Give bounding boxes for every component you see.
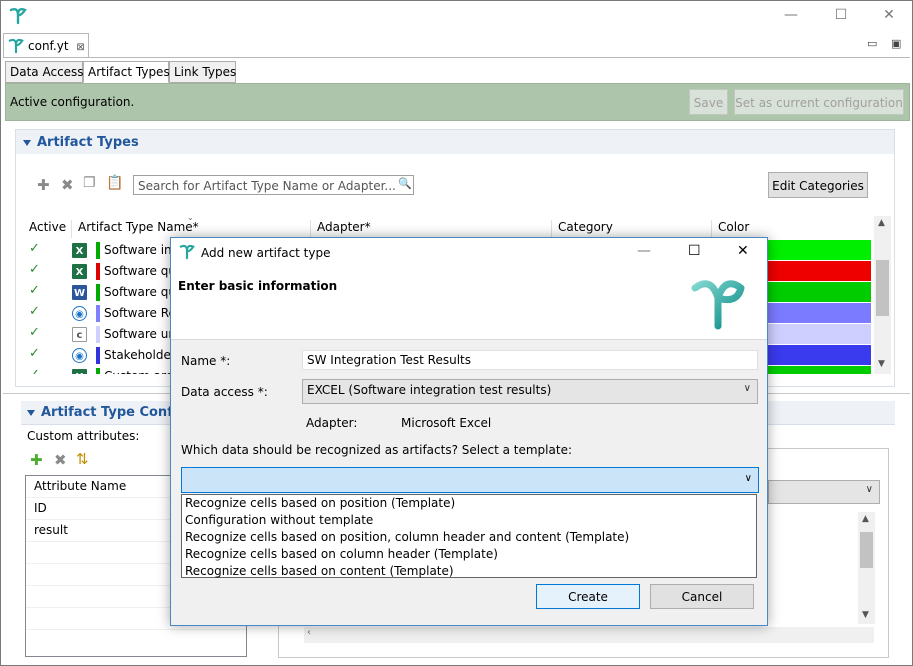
artifact-type-name: Stakeholder <box>104 348 176 362</box>
active-check-icon[interactable]: ✓ <box>29 262 40 277</box>
artifact-type-name: Software Re <box>104 306 176 320</box>
dialog-titlebar: Add new artifact type — ☐ ✕ <box>171 238 767 268</box>
source-icon: c <box>72 327 87 342</box>
template-combo[interactable]: ∨ <box>181 467 759 493</box>
dialog-header: Enter basic information <box>178 279 338 293</box>
delete-attribute-icon[interactable]: ✖ <box>54 451 67 469</box>
active-check-icon[interactable]: ✓ <box>29 325 40 340</box>
table-scrollbar[interactable]: ▲ ▼ <box>874 216 891 374</box>
artifact-type-name: Software int <box>104 243 177 257</box>
dialog-app-icon <box>179 244 195 263</box>
category-color-bar <box>96 305 100 322</box>
dialog-minimize-button[interactable]: — <box>637 243 651 259</box>
template-option[interactable]: Recognize cells based on column header (… <box>182 546 756 563</box>
dialog-maximize-button[interactable]: ☐ <box>688 243 701 259</box>
detail-hscrollbar[interactable]: ‹ <box>304 627 874 643</box>
data-access-combo[interactable]: EXCEL (Software integration test results… <box>302 379 758 404</box>
name-label: Name *: <box>181 354 231 368</box>
data-access-value: EXCEL (Software integration test results… <box>307 383 552 397</box>
create-button[interactable]: Create <box>536 584 640 609</box>
chevron-down-icon: ∨ <box>743 383 751 394</box>
adapter-label: Adapter: <box>306 416 358 430</box>
category-color-bar <box>96 368 100 374</box>
category-color-bar <box>96 263 100 280</box>
excel-icon: X <box>72 243 87 258</box>
excel-icon: X <box>72 264 87 279</box>
category-color-bar <box>96 326 100 343</box>
dialog-logo-icon <box>689 274 747 335</box>
chevron-down-icon: ∨ <box>744 473 752 484</box>
template-dropdown-list: Recognize cells based on position (Templ… <box>181 494 757 578</box>
data-access-label: Data access *: <box>181 385 268 399</box>
template-option[interactable]: Recognize cells based on position (Templ… <box>182 495 756 512</box>
swap-icon[interactable]: ⇅ <box>76 450 89 468</box>
adapter-value: Microsoft Excel <box>401 416 492 430</box>
artifact-type-name: Software un <box>104 327 176 341</box>
template-option[interactable]: Recognize cells based on content (Templa… <box>182 563 756 580</box>
codebeamer-icon: ◉ <box>72 348 87 363</box>
active-check-icon[interactable]: ✓ <box>29 241 40 256</box>
excel-icon: X <box>72 369 87 374</box>
attribute-type-combo[interactable]: ∨ <box>768 480 880 504</box>
active-check-icon[interactable]: ✓ <box>29 346 40 361</box>
codebeamer-icon: ◉ <box>72 306 87 321</box>
category-color-bar <box>96 284 100 301</box>
active-check-icon[interactable]: ✓ <box>29 367 40 374</box>
custom-attributes-label: Custom attributes: <box>27 429 140 443</box>
template-question: Which data should be recognized as artif… <box>181 443 572 457</box>
template-option[interactable]: Recognize cells based on position, colum… <box>182 529 756 546</box>
category-color-bar <box>96 242 100 259</box>
artifact-type-name: Software qu <box>104 285 176 299</box>
artifact-type-name: Custom arch <box>104 369 180 374</box>
template-option[interactable]: Configuration without template <box>182 512 756 529</box>
active-check-icon[interactable]: ✓ <box>29 304 40 319</box>
add-artifact-type-dialog: Add new artifact type — ☐ ✕ Enter basic … <box>170 237 768 626</box>
dialog-title: Add new artifact type <box>201 246 331 260</box>
category-color-bar <box>96 347 100 364</box>
dialog-close-button[interactable]: ✕ <box>737 243 749 259</box>
artifact-type-name: Software qu <box>104 264 176 278</box>
name-input[interactable]: SW Integration Test Results <box>302 350 758 370</box>
dialog-banner: Enter basic information <box>171 268 767 340</box>
word-icon: W <box>72 285 87 300</box>
cancel-button[interactable]: Cancel <box>650 584 754 609</box>
collapse-icon <box>27 409 35 416</box>
detail-scrollbar[interactable]: ▲ ▼ <box>858 512 875 624</box>
active-check-icon[interactable]: ✓ <box>29 283 40 298</box>
add-attribute-icon[interactable]: ✚ <box>30 451 43 469</box>
